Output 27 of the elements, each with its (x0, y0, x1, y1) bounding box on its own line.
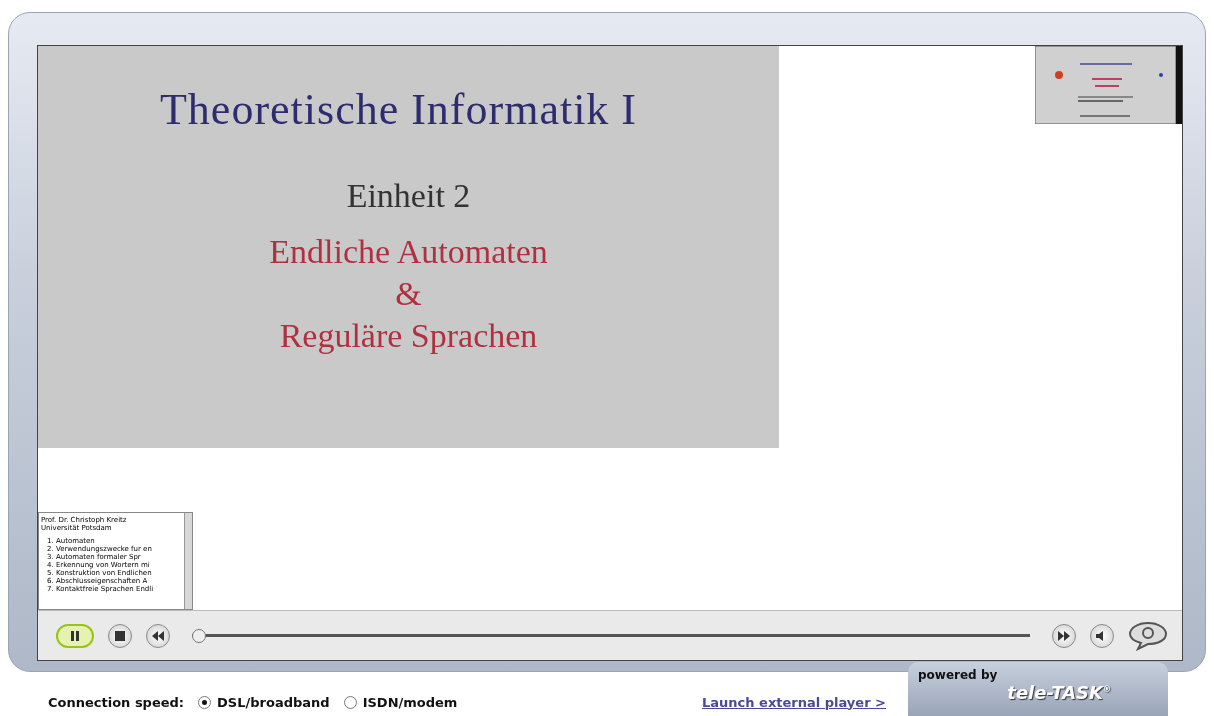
launch-player-link[interactable]: Launch external player > (702, 694, 886, 710)
slide-topic: Endliche Automaten (269, 232, 548, 272)
scrollbar[interactable] (184, 513, 192, 609)
fast-forward-button[interactable] (1052, 623, 1076, 648)
speed-option[interactable]: ISDN/modem (343, 694, 458, 710)
volume-button[interactable] (1090, 623, 1114, 648)
slide-topic: Reguläre Sprachen (279, 316, 538, 356)
slide-topic: & (395, 274, 422, 314)
stop-icon (115, 630, 125, 641)
chapter-list[interactable] (38, 512, 193, 610)
radio-button[interactable] (343, 695, 357, 709)
stop-button[interactable] (108, 623, 132, 648)
slide-thumbnail[interactable] (1035, 46, 1182, 124)
slide-title: Theoretische Informatik I (160, 84, 637, 135)
rewind-button[interactable] (146, 623, 170, 648)
speech-bubble-icon[interactable] (1128, 620, 1168, 651)
fast-forward-icon (1058, 630, 1070, 641)
powered-by-text: powered by (918, 668, 998, 682)
radio-button[interactable] (198, 695, 212, 709)
pause-button[interactable] (56, 623, 94, 648)
slider-thumb[interactable] (192, 628, 206, 643)
brand-logo: tele-TASK$^{®}$ (1007, 682, 1112, 703)
speed-option[interactable]: DSL/broadband (198, 694, 330, 710)
slide-subtitle: Einheit 2 (346, 177, 471, 215)
pause-icon (69, 629, 81, 642)
connection-speed-label: Connection speed: (48, 694, 185, 710)
rewind-icon (152, 630, 164, 641)
